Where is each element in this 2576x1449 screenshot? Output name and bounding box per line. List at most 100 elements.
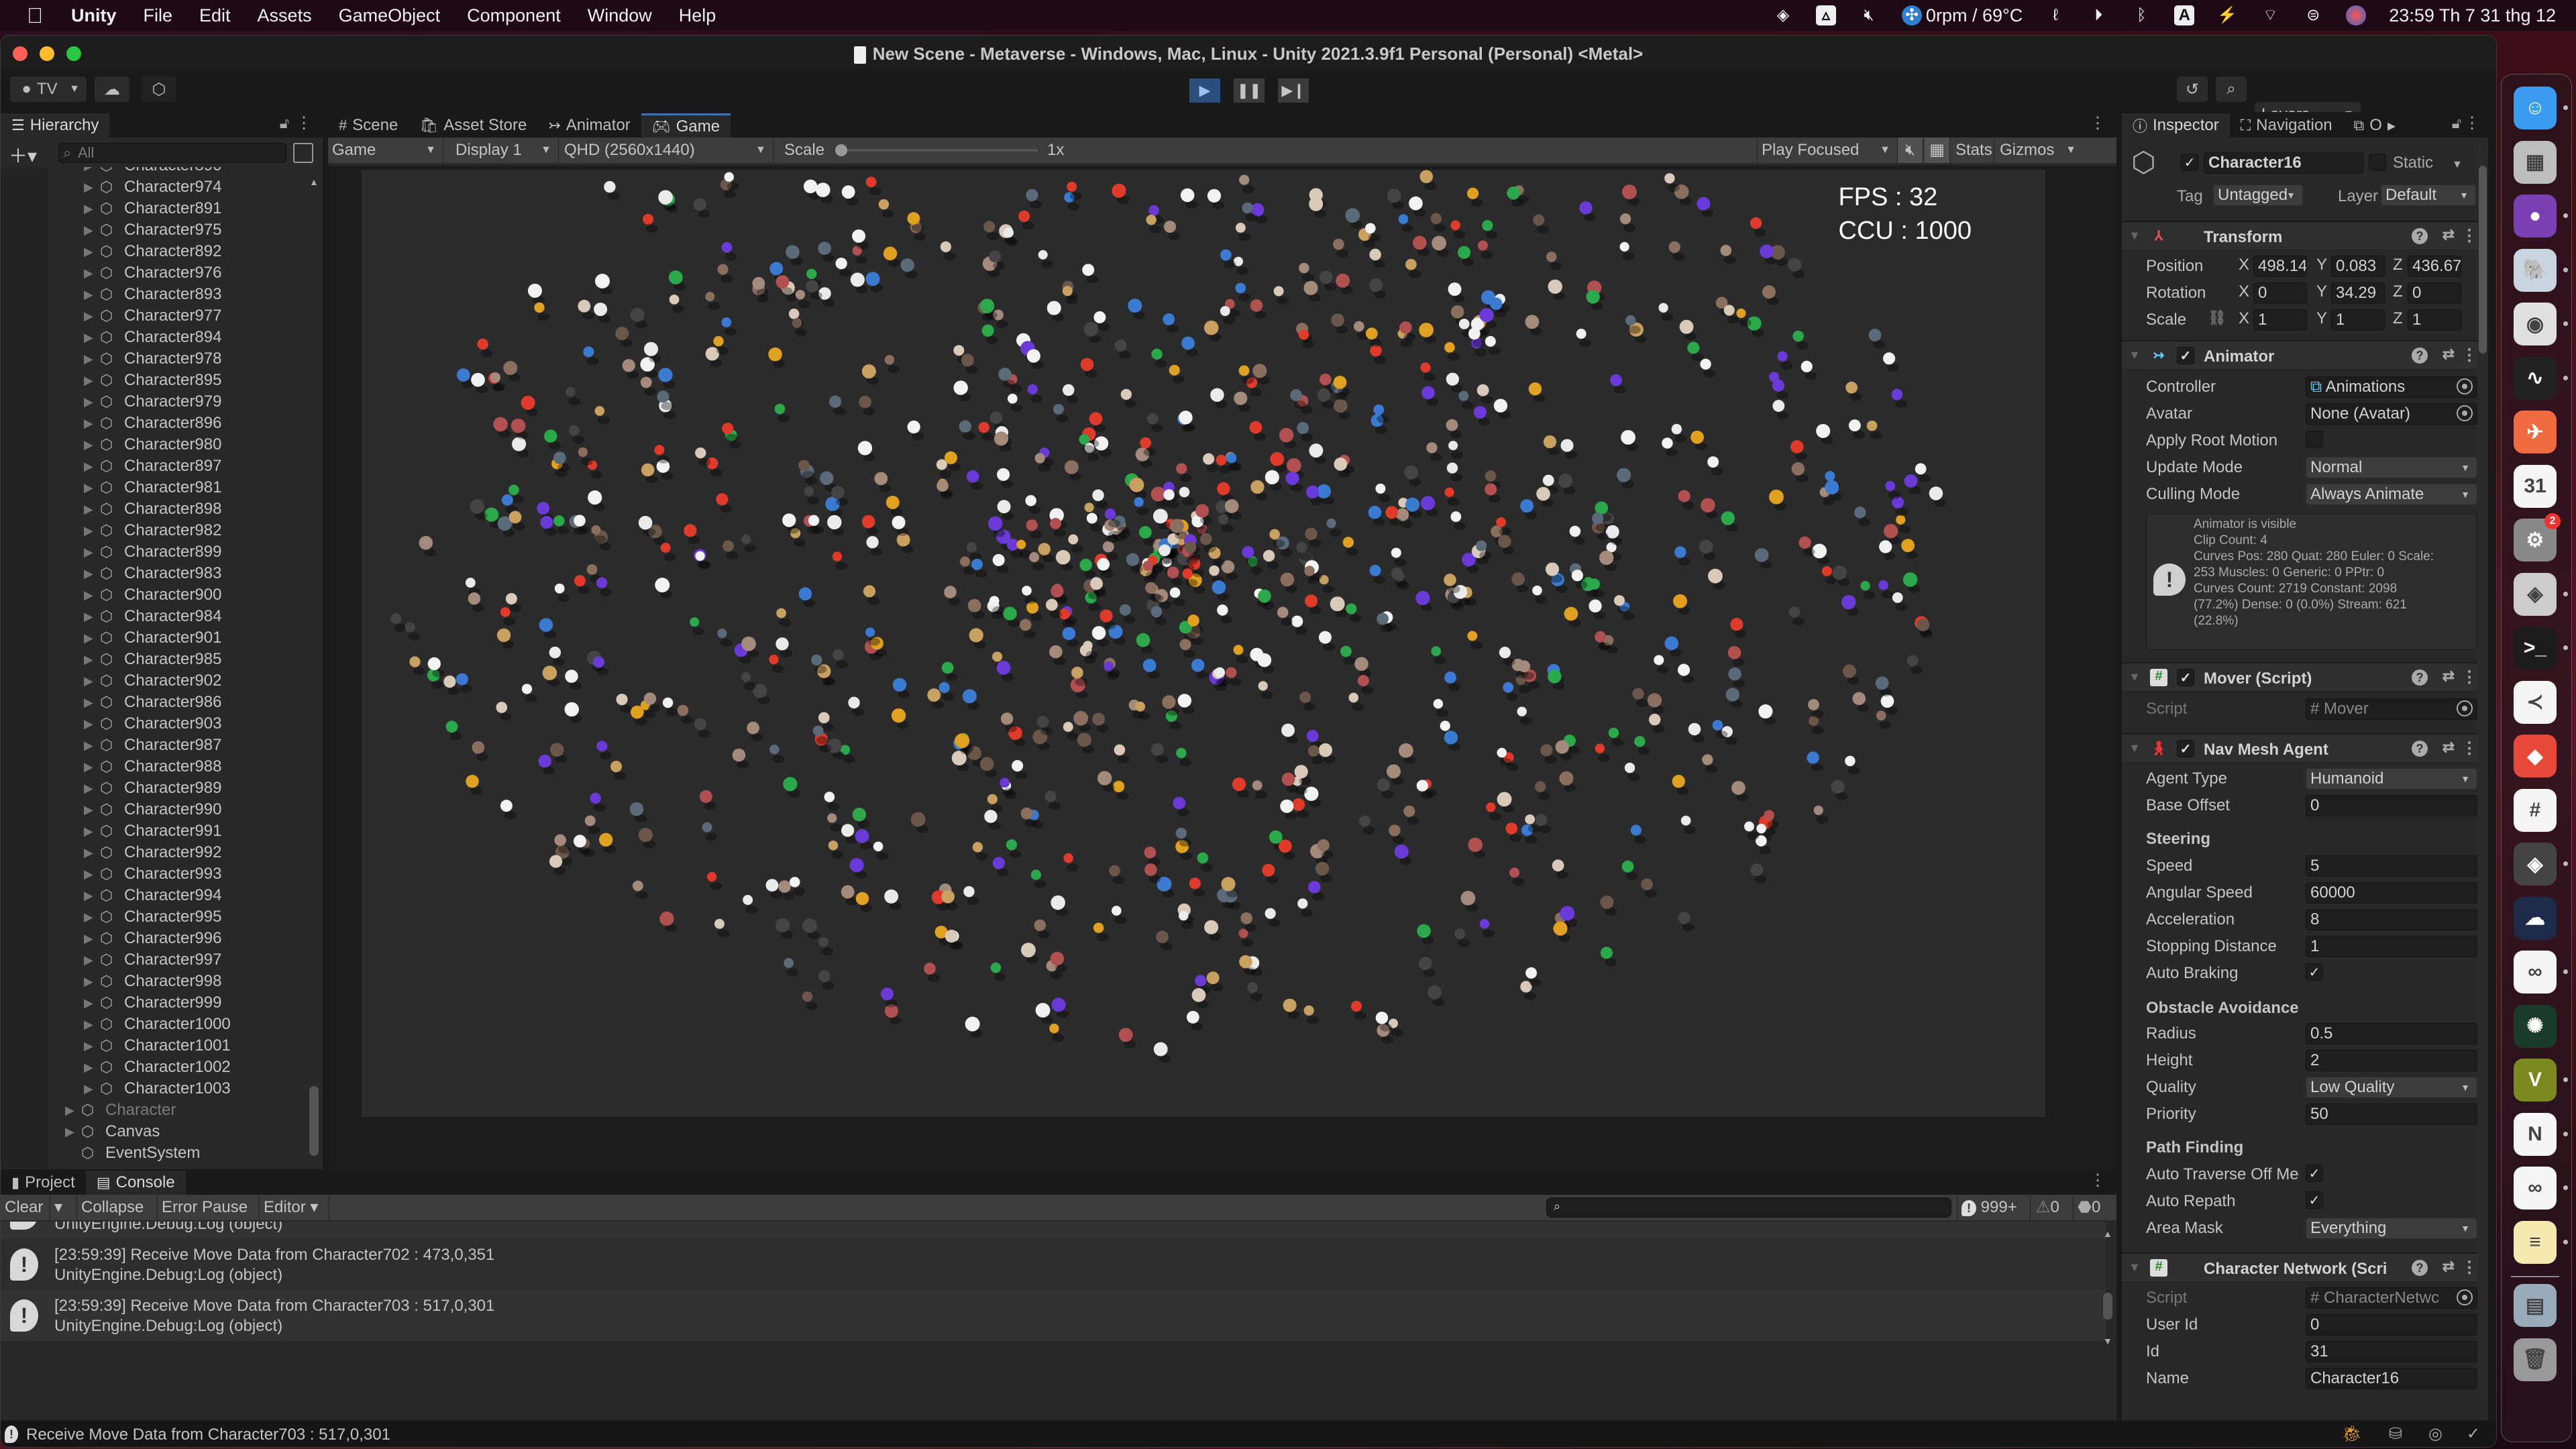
expand-arrow-icon[interactable]: ▶ (84, 910, 97, 924)
component-menu-icon[interactable]: ⋮ (2461, 226, 2477, 246)
tab-console[interactable]: ▤ Console (85, 1171, 186, 1195)
calendar-icon[interactable]: 31 (2514, 464, 2557, 508)
tab-scene[interactable]: # Scene (328, 113, 409, 138)
error-pause-toggle[interactable]: Error Pause (158, 1195, 260, 1220)
id-input[interactable]: 31 (2306, 1341, 2477, 1362)
cloud-button[interactable]: ☁ (95, 76, 129, 102)
position-z-input[interactable]: 436.67 (2408, 256, 2461, 277)
gameobject-cube-icon[interactable]: ⬡ (2131, 146, 2156, 178)
progress-check-icon[interactable]: ✓ (2467, 1424, 2480, 1444)
hierarchy-item[interactable]: ▶ ⬡ Character891 (84, 198, 221, 219)
position-y-input[interactable]: 0.083 (2331, 256, 2385, 277)
angular-speed-input[interactable]: 60000 (2306, 882, 2477, 904)
rotation-z-input[interactable]: 0 (2408, 282, 2461, 304)
media-play-icon[interactable]: ⏵ (2088, 5, 2108, 25)
transform-header[interactable]: ▼ ⅄ Transform ? ⇄ ⋮ (2122, 221, 2488, 250)
hierarchy-item[interactable]: ▶ ⬡ Character1003 (84, 1078, 231, 1099)
battery-charging-icon[interactable]: ⚡ (2217, 5, 2237, 25)
menu-edit[interactable]: Edit (199, 5, 231, 26)
collapse-toggle[interactable]: Collapse (77, 1195, 158, 1220)
expand-arrow-icon[interactable]: ▶ (84, 309, 97, 323)
clock[interactable]: 23:59 Th 7 31 thg 12 (2389, 5, 2556, 26)
view-type-dropdown[interactable]: Game (328, 138, 443, 163)
clear-options-dropdown[interactable]: ▾ (50, 1195, 77, 1220)
hierarchy-item[interactable]: ▶ ⬡ Canvas (65, 1121, 160, 1142)
expand-arrow-icon[interactable]: ▶ (84, 266, 97, 280)
hierarchy-item[interactable]: ▶ ⬡ Character990 (84, 799, 221, 820)
panel-menu-icon[interactable]: ⋮ (2090, 1171, 2106, 1190)
activity-monitor-icon[interactable]: ∿ (2514, 356, 2557, 400)
name-input[interactable]: Character16 (2306, 1368, 2477, 1389)
tab-animator[interactable]: ↣ Animator (537, 113, 641, 138)
tab-asset-store[interactable]: 🛍︎ Asset Store (409, 113, 538, 138)
hierarchy-item[interactable]: ▶ ⬡ Character988 (84, 756, 221, 777)
agent-type-dropdown[interactable]: Humanoid (2306, 768, 2477, 790)
update-mode-dropdown[interactable]: Normal (2306, 457, 2477, 478)
lock-icon[interactable]: 🔓︎ (2452, 115, 2461, 132)
scale-slider[interactable]: Scale 1x (782, 138, 1251, 163)
cloud-icon[interactable]: ☁ (2514, 896, 2557, 940)
create-add-button[interactable]: ＋▾ (9, 142, 37, 168)
component-menu-icon[interactable]: ⋮ (2461, 1258, 2477, 1277)
hierarchy-item[interactable]: ▶ ⬡ Character900 (84, 584, 221, 606)
component-menu-icon[interactable]: ⋮ (2461, 667, 2477, 687)
mover-enabled-checkbox[interactable]: ✓ (2177, 669, 2194, 686)
expand-arrow-icon[interactable]: ▶ (84, 417, 97, 431)
downloads-stack-icon[interactable]: ▤ (2514, 1284, 2557, 1327)
script-status-icon[interactable]: ℓ (2045, 5, 2065, 25)
undo-history-button[interactable]: ↺ (2177, 76, 2208, 102)
presets-icon[interactable]: ⇄ (2443, 1258, 2455, 1275)
expand-arrow-icon[interactable]: ▶ (84, 932, 97, 946)
rotation-x-input[interactable]: 0 (2253, 282, 2307, 304)
settings-icon[interactable]: ⚙ 2 (2514, 513, 2561, 561)
tab-navigation[interactable]: ⛶ Navigation (2229, 113, 2343, 138)
expand-arrow-icon[interactable]: ▶ (84, 567, 97, 581)
area-mask-dropdown[interactable]: Everything (2306, 1218, 2477, 1239)
hierarchy-item[interactable]: ▶ ⬡ Character895 (84, 370, 221, 391)
postgres-icon[interactable]: 🐘 (2514, 248, 2557, 292)
gameobject-name-input[interactable]: Character16 (2204, 152, 2363, 174)
menu-app-unity[interactable]: Unity (71, 5, 117, 26)
expand-arrow-icon[interactable]: ▶ (84, 631, 97, 645)
help-icon[interactable]: ? (2412, 347, 2428, 364)
nav-mesh-agent-header[interactable]: ▼ 🚶︎ ✓ Nav Mesh Agent ? ⇄ ⋮ (2122, 733, 2488, 763)
lock-icon[interactable]: 🔓︎ (280, 115, 289, 132)
status-message[interactable]: Receive Move Data from Character703 : 51… (26, 1426, 390, 1444)
trash-icon[interactable]: 🗑 (2514, 1338, 2557, 1381)
avatar-field[interactable]: None (Avatar) (2306, 403, 2477, 425)
expand-arrow-icon[interactable]: ▶ (65, 1125, 78, 1139)
control-center-icon[interactable]: ⊜ (2303, 5, 2323, 25)
expand-arrow-icon[interactable]: ▶ (84, 653, 97, 667)
auto-repath-checkbox[interactable]: ✓ (2306, 1191, 2323, 1209)
launchpad-icon[interactable]: ▦ (2514, 140, 2557, 184)
gitkraken-icon[interactable]: ✺ (2514, 1004, 2557, 1048)
expand-arrow-icon[interactable]: ▶ (84, 782, 97, 796)
animator-enabled-checkbox[interactable]: ✓ (2177, 347, 2194, 364)
console-log-entry[interactable]: ! [23:59:39] Receive Move Data from Chara… (1, 1290, 2106, 1341)
hierarchy-item[interactable]: ▶ ⬡ Character974 (84, 176, 221, 198)
notes-icon[interactable]: ≡ (2514, 1220, 2557, 1264)
expand-arrow-icon[interactable]: ▶ (84, 395, 97, 409)
expand-arrow-icon[interactable]: ▶ (84, 953, 97, 967)
expand-arrow-icon[interactable]: ▶ (84, 717, 97, 731)
radius-input[interactable]: 0.5 (2306, 1023, 2477, 1044)
user-id-input[interactable]: 0 (2306, 1314, 2477, 1336)
layer-dropdown[interactable]: Default (2381, 184, 2476, 206)
nav-mesh-agent-enabled-checkbox[interactable]: ✓ (2177, 740, 2194, 757)
panel-menu-icon[interactable]: ⋮ (296, 113, 312, 133)
hierarchy-item[interactable]: ▶ ⬡ Character899 (84, 541, 221, 563)
tab-project[interactable]: ▮ Project (1, 1171, 86, 1195)
expand-arrow-icon[interactable]: ▶ (84, 331, 97, 345)
help-icon[interactable]: ? (2412, 741, 2428, 757)
step-button[interactable]: ▶❙ (1278, 78, 1309, 103)
gameobject-active-checkbox[interactable]: ✓ (2181, 154, 2198, 171)
expand-arrow-icon[interactable]: ▶ (84, 610, 97, 624)
hierarchy-item[interactable]: ▶ ⬡ Character1002 (84, 1057, 231, 1078)
apply-root-motion-checkbox[interactable] (2306, 431, 2323, 448)
hierarchy-item[interactable]: ▶ ⬡ Character898 (84, 498, 221, 520)
hierarchy-scrollbar[interactable]: ▲ ▼ (309, 176, 320, 1201)
expand-arrow-icon[interactable]: ▶ (84, 460, 97, 474)
notion-icon[interactable]: N (2514, 1112, 2557, 1156)
expand-arrow-icon[interactable]: ▶ (84, 545, 97, 559)
hierarchy-item[interactable]: ▶ ⬡ Character983 (84, 563, 221, 584)
